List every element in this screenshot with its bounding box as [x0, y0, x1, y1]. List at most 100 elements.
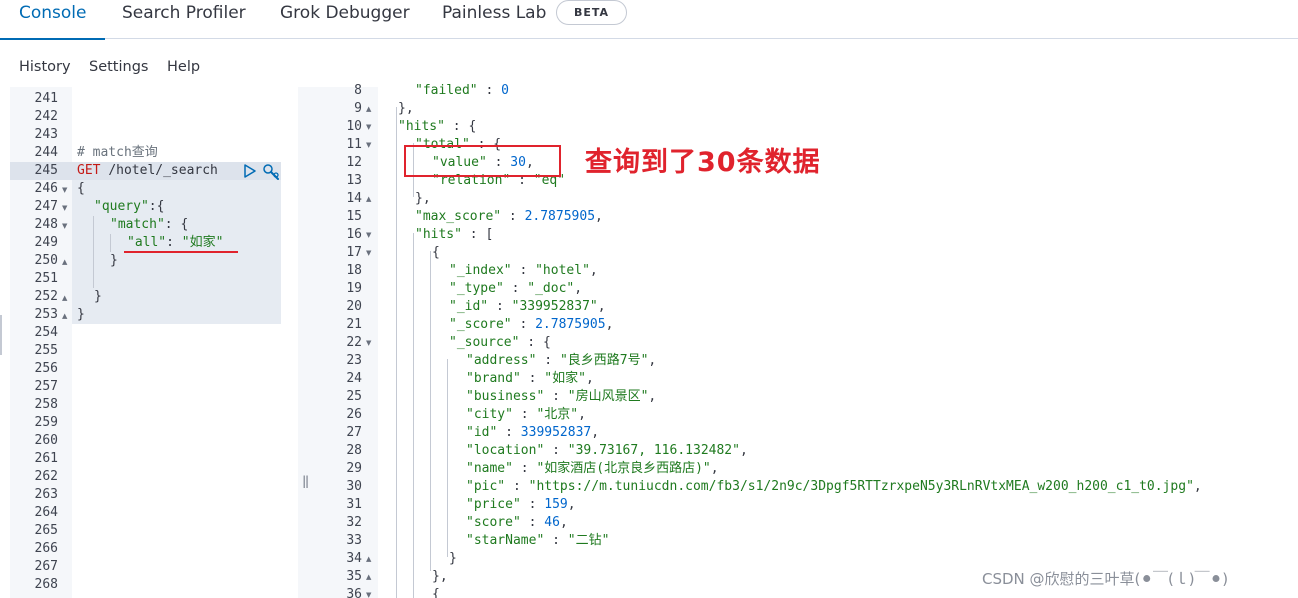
fold-icon[interactable]: ▼ — [62, 181, 67, 199]
response-line: }, — [432, 568, 448, 586]
json-value: "如家酒店(北京良乡西路店)" — [536, 461, 711, 476]
json-punctuation: , — [589, 263, 598, 278]
query-brace: :{ — [148, 199, 165, 214]
json-value: "良乡西路7号" — [559, 353, 649, 368]
tab-search-profiler[interactable]: Search Profiler — [122, 0, 246, 39]
json-separator: : — [503, 281, 528, 296]
json-separator: : — [501, 209, 525, 224]
fold-icon[interactable]: ▼ — [366, 334, 371, 352]
line-number: 252 — [34, 289, 58, 304]
json-separator: : — [497, 425, 521, 440]
tab-painless-lab[interactable]: Painless Lab — [442, 0, 546, 39]
line-number: 18 — [346, 263, 362, 278]
json-key: "score" — [466, 515, 521, 530]
line-number: 242 — [34, 109, 58, 124]
json-key: "max_score" — [415, 209, 502, 224]
line-number: 25 — [346, 389, 362, 404]
line-number: 26 — [346, 407, 362, 422]
response-line: "name" : "如家酒店(北京良乡西路店)", — [466, 460, 719, 478]
json-punctuation: { — [468, 119, 477, 134]
fold-icon[interactable]: ▼ — [366, 136, 371, 154]
fold-icon[interactable]: ▲ — [366, 568, 371, 586]
json-value: 339952837 — [520, 425, 592, 440]
fold-icon[interactable]: ▼ — [366, 118, 371, 136]
response-line: } — [449, 550, 457, 568]
fold-icon[interactable]: ▼ — [62, 199, 67, 217]
tab-console[interactable]: Console — [0, 0, 104, 40]
json-key: "address" — [466, 353, 537, 368]
line-number: 27 — [346, 425, 362, 440]
line-number: 255 — [34, 343, 58, 358]
request-all-line: "all": "如家" — [127, 234, 223, 252]
response-line: "brand" : "如家", — [466, 370, 594, 388]
line-number: 33 — [346, 533, 362, 548]
response-line: "_source" : { — [449, 334, 551, 352]
json-value: "hotel" — [535, 263, 590, 278]
line-number: 246 — [34, 181, 58, 196]
json-key: "starName" — [466, 533, 545, 548]
json-punctuation: , — [585, 371, 594, 386]
fold-icon[interactable]: ▼ — [62, 217, 67, 235]
tab-grok-debugger[interactable]: Grok Debugger — [280, 0, 410, 39]
json-separator: : — [512, 407, 537, 422]
line-number: 256 — [34, 361, 58, 376]
line-number: 10 — [346, 119, 362, 134]
response-line: }, — [415, 190, 431, 208]
response-line: "id" : 339952837, — [466, 424, 599, 442]
history-link[interactable]: History — [19, 59, 71, 75]
json-bracket: }, — [432, 569, 448, 584]
fold-icon[interactable]: ▲ — [62, 253, 67, 271]
line-number: 29 — [346, 461, 362, 476]
console-menu: History Settings Help — [0, 40, 1298, 86]
request-line[interactable]: GET /hotel/_search — [77, 162, 218, 180]
json-key: "business" — [466, 389, 545, 404]
help-link[interactable]: Help — [167, 59, 200, 75]
line-number: 9 — [354, 101, 362, 116]
json-value: "_doc" — [527, 281, 575, 296]
json-punctuation: [ — [485, 227, 494, 242]
json-punctuation: , — [739, 443, 748, 458]
fold-icon[interactable]: ▲ — [62, 307, 67, 325]
drag-handle-icon[interactable]: ‖ — [302, 474, 309, 488]
line-number: 36 — [346, 587, 362, 598]
json-key: "_score" — [449, 317, 512, 332]
fold-icon[interactable]: ▼ — [366, 226, 371, 244]
fold-icon[interactable]: ▲ — [62, 289, 67, 307]
json-value: "https://m.tuniucdn.com/fb3/s1/2n9c/3Dpg… — [528, 479, 1194, 494]
line-number: 262 — [34, 469, 58, 484]
annotation-highlight-box — [404, 145, 561, 177]
response-line: "_type" : "_doc", — [449, 280, 582, 298]
json-bracket: { — [432, 587, 440, 598]
json-separator: : — [520, 497, 545, 512]
json-punctuation: , — [648, 353, 657, 368]
json-separator: : — [511, 317, 536, 332]
json-bracket: }, — [398, 101, 414, 116]
fold-icon[interactable]: ▲ — [366, 100, 371, 118]
line-number: 263 — [34, 487, 58, 502]
pane-divider[interactable] — [298, 87, 314, 598]
json-separator: : — [520, 371, 545, 386]
fold-icon[interactable]: ▲ — [366, 550, 371, 568]
line-number: 257 — [34, 379, 58, 394]
fold-icon[interactable]: ▲ — [366, 190, 371, 208]
line-number: 35 — [346, 569, 362, 584]
line-number: 34 — [346, 551, 362, 566]
annotation-text: 查询到了30条数据 — [585, 147, 821, 178]
play-icon[interactable] — [243, 163, 257, 179]
line-number: 254 — [34, 325, 58, 340]
fold-icon[interactable]: ▼ — [366, 586, 371, 598]
json-key: "name" — [466, 461, 513, 476]
wrench-icon[interactable] — [262, 163, 280, 180]
json-separator: : — [544, 389, 568, 404]
response-line: "score" : 46, — [466, 514, 568, 532]
json-value: "北京" — [536, 407, 579, 422]
indent-guide — [413, 233, 414, 598]
response-line: "max_score" : 2.7875905, — [415, 208, 603, 226]
line-number: 21 — [346, 317, 362, 332]
json-punctuation: , — [559, 515, 568, 530]
json-separator: : — [444, 119, 469, 134]
beta-badge: BETA — [556, 0, 627, 25]
settings-link[interactable]: Settings — [89, 59, 148, 75]
fold-icon[interactable]: ▼ — [366, 244, 371, 262]
json-key: "price" — [466, 497, 521, 512]
